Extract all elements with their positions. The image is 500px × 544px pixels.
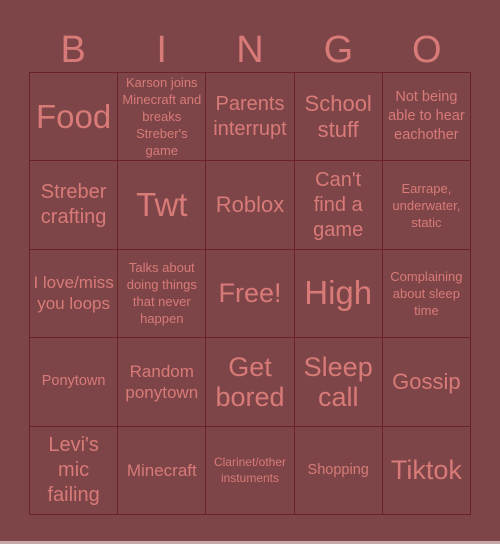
header-letter-i: I — [156, 29, 167, 71]
cell-label: Free! — [218, 278, 282, 309]
cell-label: Talks about doing things that never happ… — [126, 260, 197, 327]
bingo-cell[interactable]: Complaining about sleep time — [382, 249, 471, 339]
cell-label: Roblox — [215, 192, 285, 218]
bingo-cell[interactable]: Streber crafting — [30, 161, 119, 250]
bingo-cell[interactable]: School stuff — [294, 73, 383, 162]
bingo-cell[interactable]: Minecraft — [118, 426, 207, 515]
bingo-cell[interactable]: Can't find a game — [294, 161, 383, 250]
cell-label: Minecraft — [126, 460, 197, 480]
cell-label: Parents interrupt — [213, 92, 287, 140]
bingo-header: B I N G O — [29, 28, 471, 72]
bingo-cell[interactable]: Food — [30, 73, 119, 162]
cell-label: Complaining about sleep time — [390, 268, 463, 318]
bingo-cell[interactable]: I love/miss you loops — [30, 249, 119, 339]
bingo-cell[interactable]: Roblox — [206, 161, 295, 250]
bingo-cell free-space[interactable]: Free! — [206, 249, 295, 339]
cell-label: Karson joins Minecraft and breaks Strebe… — [122, 75, 202, 159]
bingo-cell[interactable]: Shopping — [294, 426, 383, 515]
cell-label: Earrape, underwater, static — [392, 180, 461, 230]
header-letter-o: O — [412, 29, 442, 71]
header-letter-n: N — [236, 29, 264, 71]
cell-label: Gossip — [392, 368, 461, 394]
bingo-cell[interactable]: High — [294, 249, 383, 339]
cell-label: Food — [35, 97, 112, 135]
bingo-cell[interactable]: Sleep call — [294, 338, 383, 427]
cell-label: Random ponytown — [125, 361, 199, 402]
cell-label: High — [304, 274, 373, 312]
cell-label: Can't find a game — [313, 168, 364, 241]
cell-label: Not being able to hear eachother — [388, 89, 465, 144]
bingo-cell[interactable]: Levi's mic failing — [30, 426, 119, 515]
bingo-cell[interactable]: Karson joins Minecraft and breaks Strebe… — [118, 73, 207, 162]
cell-label: Twt — [136, 186, 188, 224]
header-letter-b: B — [60, 29, 86, 71]
bingo-cell[interactable]: Twt — [118, 161, 207, 250]
cell-label: Shopping — [307, 461, 369, 478]
bingo-cell[interactable]: Clarinet/other instuments — [206, 426, 295, 515]
cell-label: Ponytown — [41, 373, 106, 390]
bingo-cell[interactable]: Random ponytown — [118, 338, 207, 427]
cell-label: School stuff — [304, 90, 372, 142]
bingo-cell[interactable]: Talks about doing things that never happ… — [118, 249, 207, 339]
header-letter-g: G — [323, 29, 354, 71]
cell-label: I love/miss you loops — [33, 273, 114, 314]
bingo-cell[interactable]: Tiktok — [382, 426, 471, 515]
bingo-cell[interactable]: Ponytown — [30, 338, 119, 427]
cell-label: Levi's mic failing — [47, 433, 100, 506]
bingo-board: Food Karson joins Minecraft and breaks S… — [29, 72, 471, 515]
bingo-cell[interactable]: Parents interrupt — [206, 73, 295, 162]
cell-label: Clarinet/other instuments — [213, 455, 287, 486]
bingo-cell[interactable]: Earrape, underwater, static — [382, 161, 471, 250]
bingo-cell[interactable]: Not being able to hear eachother — [382, 73, 471, 162]
cell-label: Streber crafting — [40, 181, 107, 229]
bingo-cell[interactable]: Gossip — [382, 338, 471, 427]
cell-label: Get bored — [215, 351, 285, 412]
cell-label: Tiktok — [390, 455, 462, 486]
bingo-cell[interactable]: Get bored — [206, 338, 295, 427]
cell-label: Sleep call — [303, 351, 373, 412]
